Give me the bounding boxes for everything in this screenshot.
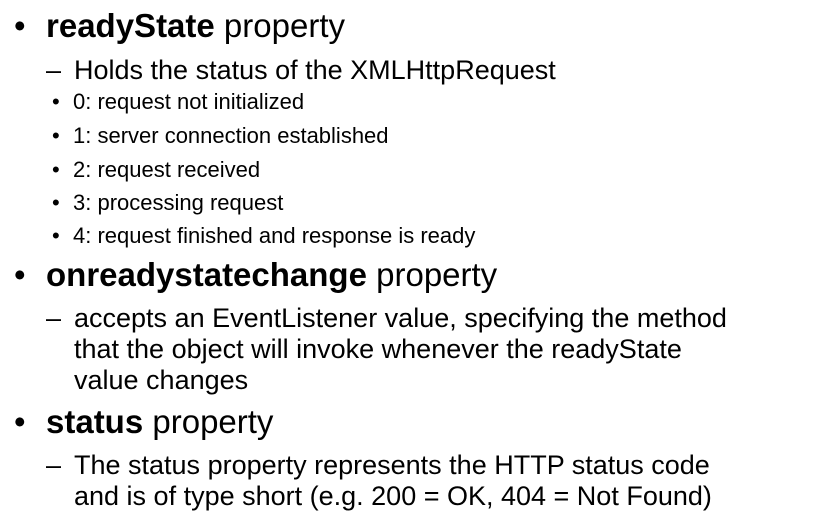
subpoint-text: The status property represents the HTTP … bbox=[74, 450, 710, 480]
subpoint-readystate: – Holds the status of the XMLHttpRequest bbox=[46, 55, 556, 86]
state-item: • 2: request received bbox=[52, 157, 261, 183]
bullet-icon: • bbox=[52, 190, 60, 215]
subpoint-onreadystatechange: – accepts an EventListener value, specify… bbox=[46, 303, 727, 334]
heading-readystate: • readyState property bbox=[14, 7, 345, 44]
state-text: 2: request received bbox=[73, 157, 261, 182]
state-item: • 4: request finished and response is rea… bbox=[52, 223, 476, 249]
subpoint-text: Holds the status of the XMLHttpRequest bbox=[74, 55, 556, 85]
subpoint-continuation: value changes bbox=[74, 365, 249, 395]
subpoint-continuation: and is of type short (e.g. 200 = OK, 404… bbox=[74, 481, 712, 511]
term-readystate: readyState bbox=[46, 7, 215, 44]
property-suffix: property bbox=[143, 403, 274, 440]
state-text: 4: request finished and response is read… bbox=[73, 223, 476, 248]
property-suffix: property bbox=[366, 256, 498, 293]
heading-onreadystatechange: • onreadystatechange property bbox=[14, 256, 498, 293]
state-text: 3: processing request bbox=[73, 190, 284, 215]
bullet-icon: • bbox=[14, 256, 26, 293]
bullet-icon: • bbox=[52, 89, 60, 114]
subpoint-text: accepts an EventListener value, specifyi… bbox=[74, 303, 727, 333]
term-status: status bbox=[46, 403, 144, 440]
state-text: 1: server connection established bbox=[73, 123, 389, 148]
slide: • readyState property – Holds the status … bbox=[0, 0, 832, 527]
state-item: • 0: request not initialized bbox=[52, 89, 305, 115]
heading-status: • status property bbox=[14, 403, 274, 440]
dash-icon: – bbox=[46, 55, 62, 85]
bullet-icon: • bbox=[52, 223, 60, 248]
dash-icon: – bbox=[46, 303, 62, 333]
dash-icon: – bbox=[46, 450, 62, 480]
state-text: 0: request not initialized bbox=[73, 89, 305, 114]
bullet-icon: • bbox=[14, 403, 26, 440]
subpoint-continuation: that the object will invoke whenever the… bbox=[74, 334, 682, 364]
subpoint-status: – The status property represents the HTTP… bbox=[46, 450, 710, 481]
bullet-icon: • bbox=[52, 123, 60, 148]
bullet-icon: • bbox=[52, 157, 60, 182]
bullet-icon: • bbox=[14, 7, 26, 44]
property-suffix: property bbox=[214, 7, 345, 44]
term-onreadystatechange: onreadystatechange bbox=[46, 256, 367, 293]
state-item: • 1: server connection established bbox=[52, 123, 389, 149]
state-item: • 3: processing request bbox=[52, 190, 284, 216]
